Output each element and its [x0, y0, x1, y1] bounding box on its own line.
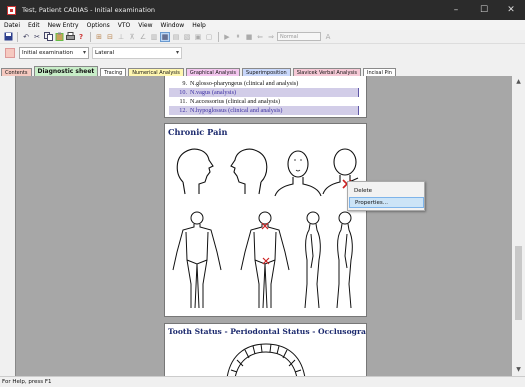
nerve-number: 10. [179, 88, 187, 96]
pause-icon[interactable]: ⏸ [233, 32, 243, 42]
tab-graphical-analysis[interactable]: Graphical Analysis [185, 68, 241, 76]
nerve-number: 11. [179, 97, 187, 105]
toolbar-separator [218, 31, 219, 42]
minimize-button[interactable]: – [442, 0, 470, 20]
main-toolbar: ↶ ✂ ? ⊞ ⊟ ⊥ ⊼ ∠ ▥ ▦ ▤ ▧ ▣ ▢ ▶ ⏸ ■ ⇐ ⇒ No… [0, 30, 525, 44]
pain-mark-icon [261, 222, 270, 265]
toolbar-separator [90, 31, 91, 42]
chronic-pain-card: Chronic Pain [164, 123, 368, 317]
body-diagrams[interactable] [165, 208, 368, 316]
tab-slavicek-verbal-analysis[interactable]: Slavicek Verbal Analysis [292, 68, 362, 76]
tab-superimposition[interactable]: Superimposition [242, 68, 291, 76]
title-bar: Test, Patient CADIAS - Initial examinati… [0, 0, 525, 20]
compare-icon[interactable]: ▥ [149, 32, 159, 42]
list-item[interactable]: 11. N.accessorius (clinical and analysis… [169, 97, 359, 106]
cranial-nerves-list: 9. N.glosso-pharyngeus (clinical and ana… [164, 76, 367, 118]
scroll-down-icon[interactable]: ▼ [512, 364, 525, 376]
layout-icon[interactable]: ▧ [182, 32, 192, 42]
app-icon [7, 5, 16, 15]
cut-icon[interactable]: ✂ [32, 32, 42, 42]
nerve-number: 12. [179, 106, 187, 114]
menu-datei[interactable]: Datei [0, 22, 24, 29]
tab-contents[interactable]: Contents [1, 68, 32, 76]
scroll-up-icon[interactable]: ▲ [512, 76, 525, 88]
scroll-thumb[interactable] [515, 246, 522, 320]
paste-icon[interactable] [54, 32, 64, 42]
list-item[interactable]: 10. N.vagus (analysis) [169, 88, 359, 97]
list-item[interactable]: 9. N.glosso-pharyngeus (clinical and ana… [169, 79, 359, 88]
color-swatch[interactable] [5, 48, 15, 58]
chevron-down-icon: ▾ [175, 49, 179, 56]
tab-incisal-pin[interactable]: Incisal Pin [363, 68, 396, 76]
tab-strip: Contents Diagnostic sheet Tracing Numeri… [0, 66, 525, 76]
help-icon[interactable]: ? [76, 32, 86, 42]
nerve-label: N.accessorius (clinical and analysis) [190, 97, 281, 105]
tooth-status-card: Tooth Status - Periodontal Status - Occl… [164, 323, 367, 376]
examination-select-value: Initial examination [22, 50, 74, 56]
ruler-icon[interactable]: ⊞ [94, 32, 104, 42]
stop-icon[interactable]: ■ [244, 32, 254, 42]
tab-tracing[interactable]: Tracing [100, 68, 127, 76]
menu-options[interactable]: Options [83, 22, 114, 29]
chronic-pain-title: Chronic Pain [168, 127, 228, 137]
menu-view[interactable]: View [134, 22, 156, 29]
copy-icon[interactable] [43, 32, 53, 42]
font-size-icon[interactable]: A [323, 32, 333, 42]
frame-icon[interactable]: ▣ [193, 32, 203, 42]
maximize-button[interactable]: ☐ [470, 0, 498, 20]
tooth-status-title: Tooth Status - Periodontal Status - Occl… [168, 327, 367, 336]
measure-icon[interactable]: ⊼ [127, 32, 137, 42]
examination-select[interactable]: Initial examination ▾ [19, 47, 89, 59]
tab-diagnostic-sheet[interactable]: Diagnostic sheet [33, 66, 99, 76]
view-select-value: Lateral [95, 50, 115, 56]
print-icon[interactable] [65, 32, 75, 42]
head-diagrams[interactable] [165, 138, 368, 208]
menu-bar: Datei Edit New Entry Options VTO View Wi… [0, 20, 525, 30]
menu-new-entry[interactable]: New Entry [44, 22, 83, 29]
left-margin [0, 76, 16, 376]
undo-icon[interactable]: ↶ [21, 32, 31, 42]
menu-window[interactable]: Window [157, 22, 189, 29]
nerve-label: N.vagus (analysis) [190, 88, 237, 96]
play-icon[interactable]: ▶ [222, 32, 232, 42]
format-combo[interactable]: Normal [277, 32, 321, 41]
window-title: Test, Patient CADIAS - Initial examinati… [22, 6, 156, 14]
nerve-label: N.glosso-pharyngeus (clinical and analys… [190, 79, 299, 87]
angle-icon[interactable]: ∠ [138, 32, 148, 42]
menu-vto[interactable]: VTO [114, 22, 135, 29]
save-icon[interactable] [3, 32, 13, 42]
menu-edit[interactable]: Edit [24, 22, 44, 29]
context-menu: Delete Properties... [347, 181, 425, 211]
chevron-down-icon: ▾ [82, 49, 86, 56]
grid-icon[interactable]: ⊟ [105, 32, 115, 42]
list-item[interactable]: 12. N.hypoglossus (clinical and analysis… [169, 106, 359, 115]
selector-toolbar: Initial examination ▾ Lateral ▾ [0, 44, 525, 62]
context-menu-properties[interactable]: Properties... [349, 197, 424, 208]
menu-help[interactable]: Help [188, 22, 210, 29]
tab-numerical-analysis[interactable]: Numerical Analysis [128, 68, 184, 76]
page-icon[interactable]: ▢ [204, 32, 214, 42]
nerve-number: 9. [182, 79, 187, 87]
view-icon[interactable]: ▦ [160, 31, 170, 42]
next-icon[interactable]: ⇒ [266, 32, 276, 42]
toolbar-separator [17, 31, 18, 42]
table-icon[interactable]: ▤ [171, 32, 181, 42]
prev-icon[interactable]: ⇐ [255, 32, 265, 42]
close-button[interactable]: ✕ [497, 0, 525, 20]
line-icon[interactable]: ⊥ [116, 32, 126, 42]
context-menu-delete[interactable]: Delete [349, 185, 424, 196]
nerve-label: N.hypoglossus (clinical and analysis) [190, 106, 283, 114]
occlusogram-diagram[interactable] [165, 338, 367, 376]
view-select[interactable]: Lateral ▾ [92, 47, 182, 59]
status-text: For Help, press F1 [2, 379, 52, 385]
status-bar: For Help, press F1 [0, 376, 525, 387]
vertical-scrollbar[interactable]: ▲ ▼ [512, 76, 525, 376]
